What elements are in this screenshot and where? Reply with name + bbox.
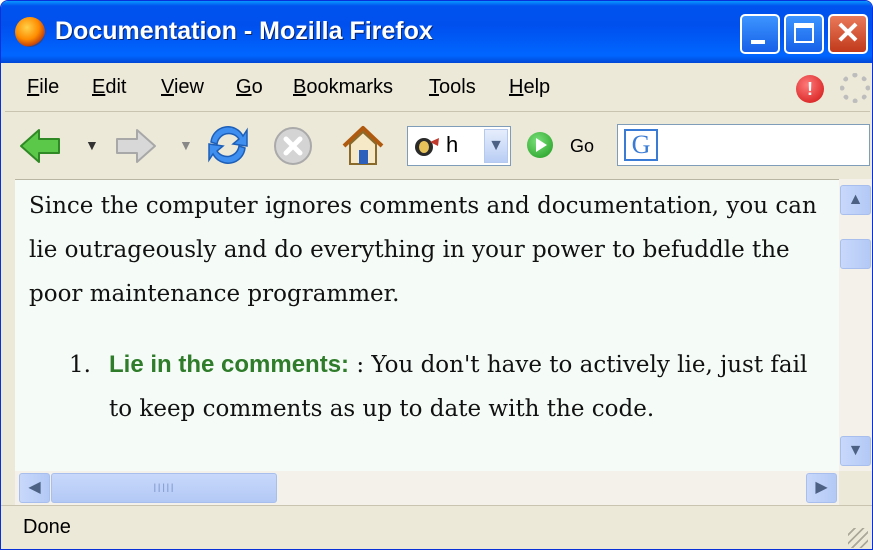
intro-paragraph: Since the computer ignores comments and … (29, 193, 817, 307)
navigation-toolbar: ▼ ▼ h ▼ Go G (5, 112, 870, 178)
menu-view[interactable]: View (161, 76, 204, 99)
maximize-icon (794, 23, 814, 43)
horizontal-scrollbar[interactable]: ◀ IIIII ▶ (15, 471, 839, 505)
browser-window: Documentation - Mozilla Firefox ✕ File E… (0, 0, 873, 550)
vertical-scrollbar[interactable]: ▲ ▼ (839, 179, 872, 471)
scroll-down-icon[interactable]: ▼ (840, 436, 871, 466)
stop-icon[interactable] (271, 124, 315, 168)
menu-tools[interactable]: Tools (429, 76, 476, 99)
firefox-icon (15, 17, 45, 47)
documentation-list: 1. Lie in the comments: : You don't have… (69, 343, 829, 431)
list-item-term: Lie in the comments: (109, 351, 350, 378)
menu-edit[interactable]: Edit (92, 76, 126, 99)
scroll-left-icon[interactable]: ◀ (19, 473, 50, 503)
window-title: Documentation - Mozilla Firefox (55, 17, 433, 45)
url-combobox[interactable]: h ▼ (407, 126, 511, 166)
throbber-icon (840, 73, 870, 103)
scroll-right-icon[interactable]: ▶ (806, 473, 837, 503)
forward-dropdown-icon[interactable]: ▼ (179, 137, 193, 153)
resize-grip-icon[interactable] (848, 528, 868, 548)
site-favicon-icon (415, 138, 439, 156)
forward-arrow-icon[interactable] (113, 124, 157, 168)
title-bar[interactable]: Documentation - Mozilla Firefox ✕ (1, 1, 872, 63)
menu-bookmarks[interactable]: Bookmarks (293, 76, 393, 99)
reload-icon[interactable] (203, 120, 253, 170)
menu-help[interactable]: Help (509, 76, 550, 99)
status-text: Done (23, 516, 71, 538)
menu-bar: File Edit View Go Bookmarks Tools Help ! (5, 67, 870, 112)
google-icon[interactable]: G (624, 129, 658, 161)
menu-go[interactable]: Go (236, 76, 263, 99)
url-dropdown-icon[interactable]: ▼ (484, 129, 508, 163)
vertical-scroll-thumb[interactable] (840, 239, 871, 269)
url-text: h (446, 132, 459, 157)
list-item-number: 1. (69, 352, 91, 378)
go-icon[interactable] (527, 132, 553, 158)
horizontal-scroll-thumb[interactable]: IIIII (51, 473, 277, 503)
close-button[interactable]: ✕ (828, 14, 868, 54)
search-input[interactable]: G (617, 124, 870, 166)
page-content: Since the computer ignores comments and … (15, 179, 839, 472)
back-dropdown-icon[interactable]: ▼ (85, 137, 99, 153)
go-label[interactable]: Go (570, 136, 594, 157)
maximize-button[interactable] (784, 14, 824, 54)
scroll-up-icon[interactable]: ▲ (840, 185, 871, 215)
status-bar: Done (1, 505, 872, 549)
list-item: 1. Lie in the comments: : You don't have… (69, 343, 829, 431)
home-icon[interactable] (338, 120, 388, 170)
alert-icon[interactable]: ! (796, 75, 824, 103)
minimize-icon (751, 40, 765, 44)
back-arrow-icon[interactable] (19, 124, 63, 168)
minimize-button[interactable] (740, 14, 780, 54)
close-icon: ✕ (835, 17, 861, 50)
menu-file[interactable]: File (27, 76, 59, 99)
